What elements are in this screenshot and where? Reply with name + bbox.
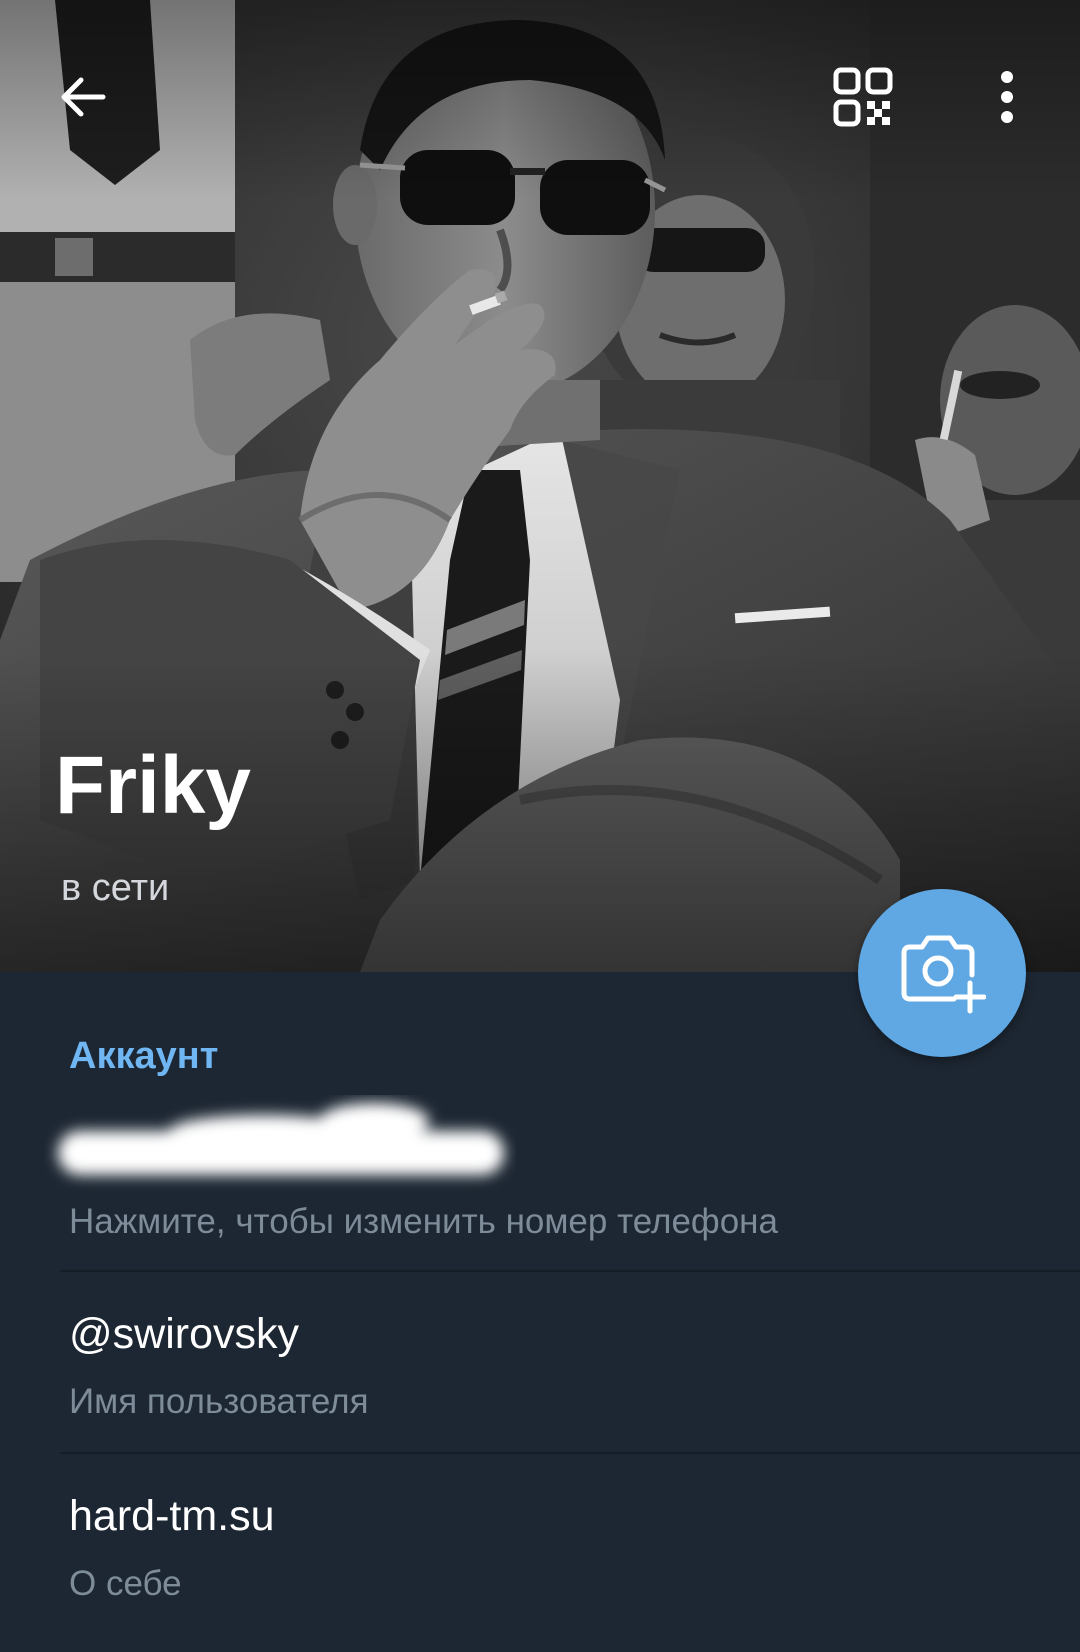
more-options-button[interactable]: [962, 52, 1052, 142]
qr-code-button[interactable]: [818, 52, 908, 142]
username-value: @swirovsky: [69, 1310, 299, 1358]
arrow-left-icon: [61, 77, 106, 117]
account-section-title: Аккаунт: [69, 1035, 219, 1077]
bio-value: hard-tm.su: [69, 1492, 275, 1540]
profile-name: Friky: [55, 740, 251, 831]
set-photo-button[interactable]: [858, 889, 1026, 1057]
phone-row[interactable]: Нажмите, чтобы изменить номер телефона: [0, 1090, 1080, 1270]
profile-header: Friky в сети: [0, 0, 1080, 972]
profile-screen: Friky в сети Аккаунт Нажмите, чтобы изме…: [0, 0, 1080, 1652]
phone-number-redacted: [58, 1103, 504, 1175]
username-label: Имя пользователя: [69, 1382, 369, 1421]
camera-add-icon: [901, 935, 986, 1014]
more-vertical-icon: [1001, 71, 1013, 123]
qr-code-icon: [833, 67, 893, 127]
online-status: в сети: [61, 867, 170, 909]
phone-hint: Нажмите, чтобы изменить номер телефона: [69, 1202, 778, 1241]
back-button[interactable]: [38, 52, 128, 142]
bio-row[interactable]: hard-tm.su О себе: [0, 1454, 1080, 1652]
bio-label: О себе: [69, 1564, 182, 1603]
username-row[interactable]: @swirovsky Имя пользователя: [0, 1272, 1080, 1452]
